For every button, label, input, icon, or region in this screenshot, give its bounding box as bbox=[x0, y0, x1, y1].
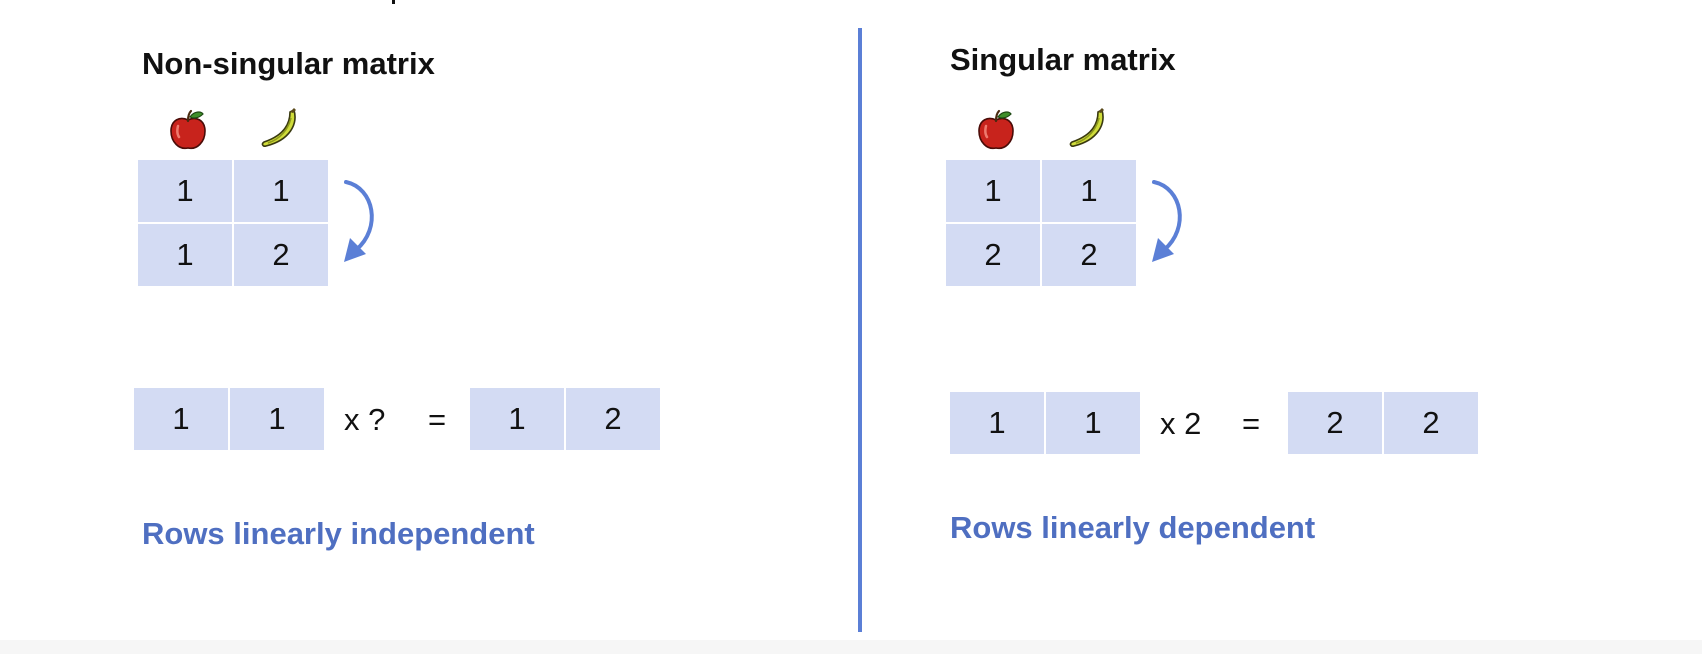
banana-icon bbox=[1069, 108, 1104, 147]
apple-icon bbox=[978, 109, 1014, 150]
bottom-band bbox=[0, 640, 1702, 654]
right-matrix: 1 1 2 2 bbox=[946, 160, 1136, 286]
left-note: Rows linearly independent bbox=[142, 516, 535, 551]
right-multiplier: x 2 bbox=[1160, 406, 1202, 441]
cropped-text-fragment bbox=[392, 0, 395, 4]
vector-cell: 1 bbox=[950, 392, 1044, 454]
curved-arrow-icon bbox=[1152, 180, 1182, 262]
matrix-cell: 1 bbox=[234, 160, 328, 222]
vector-cell: 1 bbox=[1046, 392, 1140, 454]
matrix-cell: 1 bbox=[138, 224, 232, 286]
matrix-cell: 1 bbox=[138, 160, 232, 222]
right-title: Singular matrix bbox=[950, 42, 1176, 77]
matrix-cell: 2 bbox=[946, 224, 1040, 286]
vector-cell: 1 bbox=[470, 388, 564, 450]
banana-icon bbox=[261, 108, 296, 147]
slide: Non-singular matrix 1 1 1 2 1 1 x ? = 1 … bbox=[0, 0, 1702, 654]
right-lhs-vector: 1 1 bbox=[950, 392, 1140, 454]
matrix-cell: 2 bbox=[234, 224, 328, 286]
vector-cell: 2 bbox=[1384, 392, 1478, 454]
matrix-cell: 1 bbox=[946, 160, 1040, 222]
panel-divider bbox=[858, 28, 862, 632]
matrix-cell: 1 bbox=[1042, 160, 1136, 222]
left-rhs-vector: 1 2 bbox=[470, 388, 660, 450]
right-note: Rows linearly dependent bbox=[950, 510, 1316, 545]
right-equals: = bbox=[1242, 406, 1261, 441]
right-rhs-vector: 2 2 bbox=[1288, 392, 1478, 454]
vector-cell: 2 bbox=[566, 388, 660, 450]
left-equals: = bbox=[428, 402, 447, 437]
matrix-cell: 2 bbox=[1042, 224, 1136, 286]
left-multiplier: x ? bbox=[344, 402, 386, 437]
curved-arrow-icon bbox=[344, 180, 374, 262]
vector-cell: 1 bbox=[134, 388, 228, 450]
left-matrix: 1 1 1 2 bbox=[138, 160, 328, 286]
vector-cell: 1 bbox=[230, 388, 324, 450]
vector-cell: 2 bbox=[1288, 392, 1382, 454]
left-lhs-vector: 1 1 bbox=[134, 388, 324, 450]
left-title: Non-singular matrix bbox=[142, 46, 435, 81]
apple-icon bbox=[170, 109, 206, 150]
